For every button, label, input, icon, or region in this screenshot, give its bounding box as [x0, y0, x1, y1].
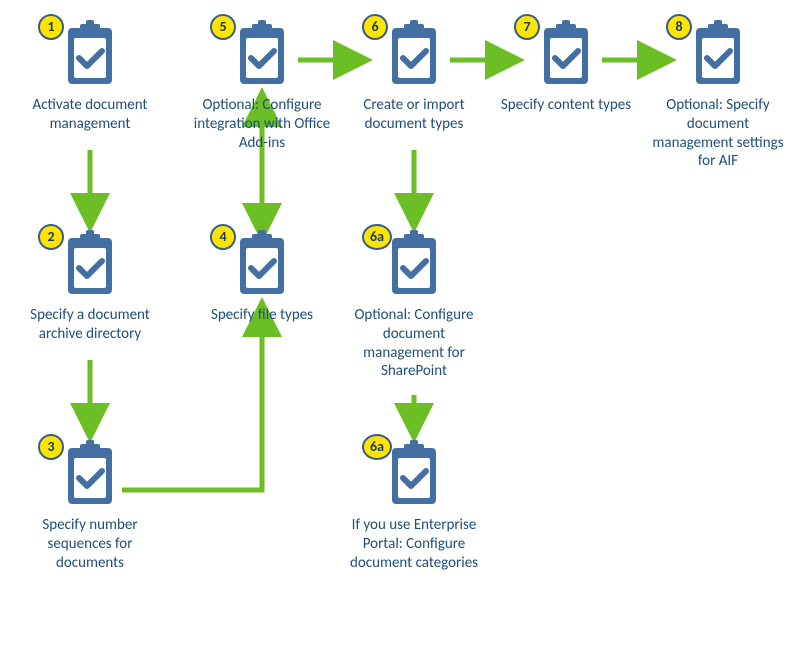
clipboard-check-icon — [60, 230, 120, 300]
clipboard-check-icon — [384, 20, 444, 90]
step-label: Specify content types — [496, 96, 636, 115]
step-label: Specify number sequences for documents — [20, 516, 160, 572]
step-badge: 6 — [362, 14, 388, 40]
step-badge: 4 — [210, 224, 236, 250]
step-label: Specify a document archive directory — [20, 306, 160, 344]
step-label: Optional: Configure document management … — [344, 306, 484, 381]
step-badge: 3 — [38, 434, 64, 460]
clipboard-check-icon — [60, 20, 120, 90]
clipboard-check-icon — [536, 20, 596, 90]
step-label: Optional: Configure integration with Off… — [192, 96, 332, 152]
step-label: Optional: Specify document management se… — [648, 96, 788, 171]
step-label: If you use Enterprise Portal: Configure … — [344, 516, 484, 572]
step-badge: 1 — [38, 14, 64, 40]
step-6b: 6a If you use Enterprise Portal: Configu… — [344, 440, 484, 572]
step-label: Activate document management — [20, 96, 160, 134]
step-badge: 8 — [666, 14, 692, 40]
diagram-canvas: 1 Activate document management 5 Optiona… — [0, 0, 811, 660]
step-1: 1 Activate document management — [20, 20, 160, 134]
step-badge: 6a — [362, 224, 392, 250]
clipboard-check-icon — [688, 20, 748, 90]
step-badge: 5 — [210, 14, 236, 40]
step-label: Create or import document types — [344, 96, 484, 134]
step-6: 6 Create or import document types — [344, 20, 484, 134]
step-7: 7 Specify content types — [496, 20, 636, 115]
step-8: 8 Optional: Specify document management … — [648, 20, 788, 171]
clipboard-check-icon — [232, 20, 292, 90]
step-3: 3 Specify number sequences for documents — [20, 440, 160, 572]
step-badge: 6a — [362, 434, 392, 460]
clipboard-check-icon — [384, 440, 444, 510]
step-5: 5 Optional: Configure integration with O… — [192, 20, 332, 152]
step-6a: 6a Optional: Configure document manageme… — [344, 230, 484, 381]
step-4: 4 Specify file types — [192, 230, 332, 325]
step-badge: 2 — [38, 224, 64, 250]
step-badge: 7 — [514, 14, 540, 40]
clipboard-check-icon — [384, 230, 444, 300]
step-label: Specify file types — [192, 306, 332, 325]
clipboard-check-icon — [60, 440, 120, 510]
step-2: 2 Specify a document archive directory — [20, 230, 160, 344]
clipboard-check-icon — [232, 230, 292, 300]
